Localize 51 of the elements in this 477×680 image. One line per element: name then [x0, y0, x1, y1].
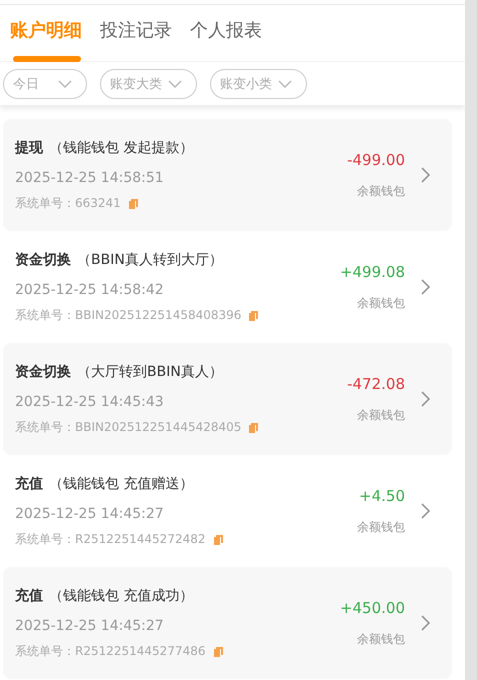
record-card[interactable]: 充值 （钱能钱包 充值赠送） 2025-12-25 14:45:27 系统单号：R2512251445272482 +4.50 余额钱包: [3, 455, 452, 567]
record-time: 2025-12-25 14:58:51: [15, 170, 165, 186]
record-card[interactable]: 资金切换 （BBIN真人转到大厅） 2025-12-25 14:58:42 系统单号：BBIN202512251458408396 +499.08 余额钱包: [3, 231, 452, 343]
order-number: 系统单号：663241: [15, 195, 121, 212]
order-number: 系统单号：R2512251445272482: [15, 531, 206, 548]
chevron-right-icon: [421, 279, 430, 295]
record-detail: （BBIN真人转到大厅）: [77, 252, 223, 268]
record-time: 2025-12-25 14:45:27: [15, 618, 165, 634]
record-detail: （大厅转到BBIN真人）: [77, 364, 223, 380]
amount: +4.50: [358, 486, 405, 504]
chevron-right-icon: [421, 615, 430, 631]
record-time: 2025-12-25 14:58:42: [15, 282, 165, 298]
record-card[interactable]: 提现 （钱能钱包 发起提款） 2025-12-25 14:58:51 系统单号：663241 -499.00 余额钱包: [3, 119, 452, 231]
record-type: 资金切换: [15, 252, 71, 268]
tab[interactable]: 个人报表: [190, 20, 262, 41]
chevron-right-icon: [421, 391, 430, 407]
record-detail: （钱能钱包 充值赠送）: [49, 476, 194, 492]
chevron-down-icon: [58, 80, 72, 88]
record-detail: （钱能钱包 充值成功）: [49, 588, 194, 604]
amount: -499.00: [347, 150, 405, 168]
record-type: 资金切换: [15, 364, 71, 380]
copy-icon[interactable]: [214, 534, 222, 544]
record-card[interactable]: 充值 （钱能钱包 充值成功） 2025-12-25 14:45:27 系统单号：R2512251445277486 +450.00 余额钱包: [3, 567, 452, 679]
chevron-down-icon: [168, 80, 182, 88]
record-detail: （钱能钱包 发起提款）: [49, 140, 194, 156]
chevron-down-icon: [278, 80, 292, 88]
tab[interactable]: 投注记录: [100, 20, 172, 41]
record-type: 充值: [15, 476, 43, 492]
copy-icon[interactable]: [249, 310, 258, 320]
record-card[interactable]: 资金切换 （大厅转到BBIN真人） 2025-12-25 14:45:43 系统单号：BBIN202512251445428405 -472.08 余额钱包: [3, 343, 452, 455]
chevron-right-icon: [421, 503, 430, 519]
order-number: 系统单号：BBIN202512251445428405: [15, 419, 242, 436]
wallet-label: 余额钱包: [356, 294, 405, 312]
copy-icon[interactable]: [214, 646, 222, 656]
wallet-label: 余额钱包: [356, 630, 405, 648]
wallet-label: 余额钱包: [356, 406, 405, 424]
wallet-label: 余额钱包: [356, 182, 405, 200]
wallet-label: 余额钱包: [357, 518, 405, 536]
copy-icon[interactable]: [128, 198, 138, 208]
amount: -472.08: [347, 374, 405, 392]
amount: +499.08: [340, 262, 405, 280]
order-number: 系统单号：R2512251445277486: [15, 643, 206, 660]
order-number: 系统单号：BBIN202512251458408396: [15, 307, 242, 324]
chevron-right-icon: [421, 167, 430, 183]
copy-icon[interactable]: [249, 422, 258, 432]
record-type: 提现: [15, 140, 43, 156]
tab-underline: [13, 56, 81, 62]
record-time: 2025-12-25 14:45:27: [15, 506, 165, 522]
record-time: 2025-12-25 14:45:43: [15, 394, 165, 410]
record-type: 充值: [15, 588, 43, 604]
amount: +450.00: [340, 598, 405, 616]
